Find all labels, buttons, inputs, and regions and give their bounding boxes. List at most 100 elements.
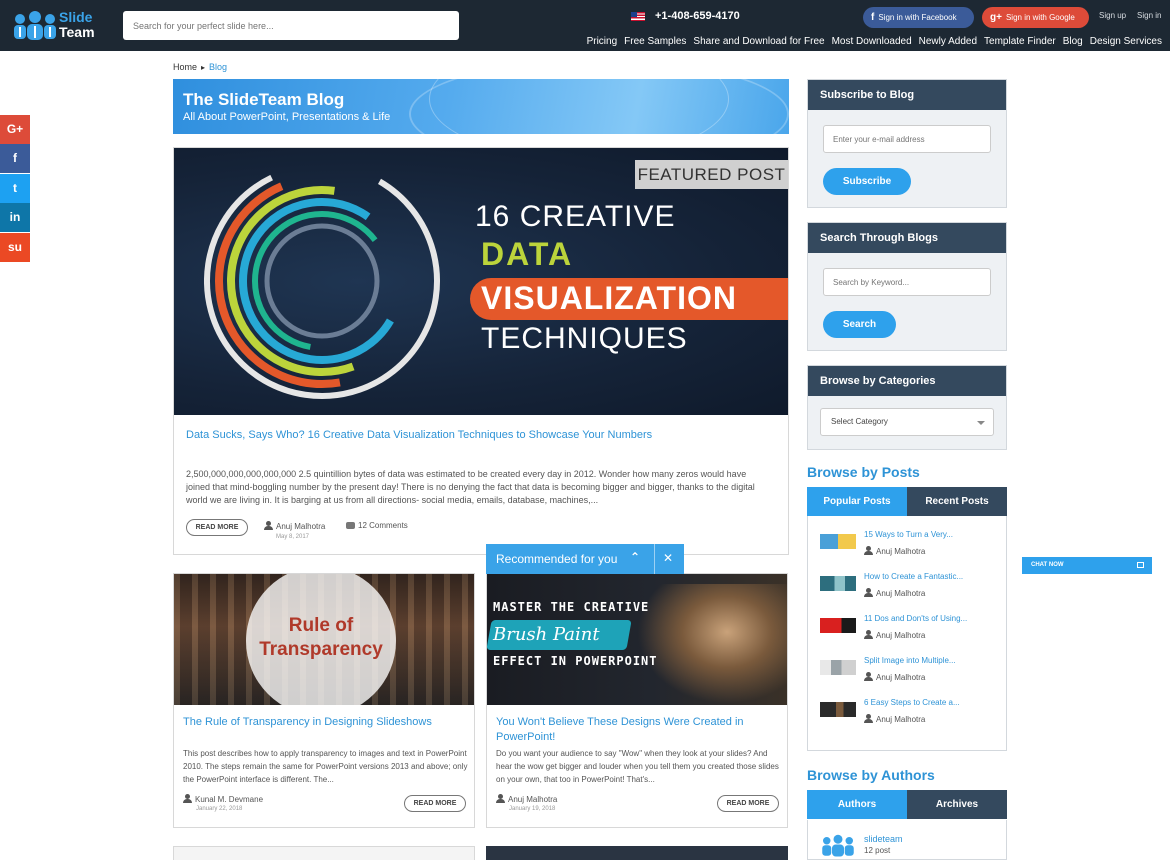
user-icon <box>496 794 505 803</box>
nav-most-downloaded[interactable]: Most Downloaded <box>832 36 912 47</box>
logo-text-team: Team <box>59 24 95 40</box>
google-signin-button[interactable]: g+ Sign in with Google <box>982 7 1089 28</box>
popular-post-author: Anuj Malhotra <box>864 630 925 640</box>
tab-archives[interactable]: Archives <box>907 790 1007 819</box>
slideteam-logo[interactable]: Slide Team <box>12 8 102 44</box>
popular-post-author-name: Anuj Malhotra <box>876 589 926 598</box>
category-select-value: Select Category <box>831 417 888 426</box>
featured-post-image[interactable]: FEATURED POST 16 CREATIVE DATA VISUALIZA… <box>174 148 788 415</box>
featured-post-title[interactable]: Data Sucks, Says Who? 16 Creative Data V… <box>186 429 652 441</box>
facebook-signin-button[interactable]: f Sign in with Facebook <box>863 7 974 28</box>
recommended-popup[interactable]: Recommended for you ⌃ ✕ <box>486 544 684 574</box>
breadcrumb-home[interactable]: Home <box>173 62 197 72</box>
featured-post-author[interactable]: Anuj Malhotra <box>264 521 325 531</box>
google-plus-icon: g+ <box>990 12 1002 23</box>
post-title[interactable]: The Rule of Transparency in Designing Sl… <box>183 715 468 730</box>
post-card-partial <box>486 846 788 860</box>
list-item[interactable]: 6 Easy Steps to Create a... Anuj Malhotr… <box>820 698 1000 734</box>
post-date: January 22, 2018 <box>196 806 243 812</box>
user-icon <box>864 630 873 639</box>
post-author-name: Anuj Malhotra <box>508 795 558 804</box>
post-image[interactable]: MASTER THE CREATIVE Brush Paint EFFECT I… <box>487 574 787 705</box>
tab-authors[interactable]: Authors <box>807 790 907 819</box>
nav-share-download[interactable]: Share and Download for Free <box>693 36 824 47</box>
user-icon <box>183 794 192 803</box>
comment-icon <box>346 522 355 529</box>
linkedin-share-icon: in <box>9 210 21 224</box>
tab-recent-posts[interactable]: Recent Posts <box>907 487 1007 516</box>
popular-post-title: Split Image into Multiple... <box>864 656 956 665</box>
authors-list: slideteam 12 post <box>807 820 1007 860</box>
linkedin-share-button[interactable]: in <box>0 203 30 232</box>
subscribe-button[interactable]: Subscribe <box>823 168 911 195</box>
twitter-share-button[interactable]: t <box>0 174 30 203</box>
user-icon <box>864 714 873 723</box>
banner-wave-decoration <box>429 79 729 134</box>
read-more-button[interactable]: READ MORE <box>404 795 466 812</box>
list-item[interactable]: slideteam 12 post <box>820 834 1000 860</box>
featured-image-line1: 16 CREATIVE <box>475 200 676 233</box>
post-thumbnail <box>820 534 856 549</box>
list-item[interactable]: 15 Ways to Turn a Very... Anuj Malhotra <box>820 530 1000 566</box>
browse-posts-title: Browse by Posts <box>807 464 920 480</box>
close-icon[interactable]: ✕ <box>663 551 673 565</box>
list-item[interactable]: How to Create a Fantastic... Anuj Malhot… <box>820 572 1000 608</box>
nav-design-services[interactable]: Design Services <box>1090 36 1162 47</box>
author-post-count: 12 post <box>864 846 891 855</box>
featured-author-name: Anuj Malhotra <box>276 522 326 531</box>
google-plus-share-button[interactable]: G+ <box>0 115 30 144</box>
google-plus-share-icon: G+ <box>6 122 24 136</box>
subscribe-email-input[interactable] <box>823 125 991 153</box>
featured-image-line2: DATA <box>481 236 574 272</box>
featured-image-line4: TECHNIQUES <box>481 322 688 355</box>
popular-post-author: Anuj Malhotra <box>864 714 925 724</box>
popular-post-author-name: Anuj Malhotra <box>876 715 926 724</box>
minimize-icon[interactable] <box>1137 562 1144 568</box>
facebook-share-icon: f <box>13 151 17 165</box>
featured-read-more-button[interactable]: READ MORE <box>186 519 248 536</box>
post-author[interactable]: Kunal M. Devmane <box>183 794 263 804</box>
post-title[interactable]: You Won't Believe These Designs Were Cre… <box>496 715 781 745</box>
popular-post-author: Anuj Malhotra <box>864 546 925 556</box>
signup-link[interactable]: Sign up <box>1099 11 1126 20</box>
double-chevron-up-icon[interactable]: ⌃ <box>630 550 640 564</box>
facebook-share-button[interactable]: f <box>0 144 30 173</box>
browse-authors-title: Browse by Authors <box>807 767 935 783</box>
facebook-icon: f <box>871 12 875 23</box>
nav-newly-added[interactable]: Newly Added <box>919 36 977 47</box>
site-search-input[interactable] <box>123 11 459 40</box>
chat-now-widget[interactable]: CHAT NOW <box>1022 557 1152 574</box>
post-image[interactable]: Rule of Transparency <box>174 574 474 705</box>
post-author[interactable]: Anuj Malhotra <box>496 794 557 804</box>
brush-stroke-decoration <box>637 584 787 704</box>
nav-blog[interactable]: Blog <box>1063 36 1083 47</box>
popular-posts-list: 15 Ways to Turn a Very... Anuj Malhotra … <box>807 516 1007 751</box>
popular-post-title: How to Create a Fantastic... <box>864 572 964 581</box>
subscribe-widget: Subscribe to Blog Subscribe <box>807 79 1007 208</box>
category-select[interactable]: Select Category <box>820 408 994 436</box>
read-more-button[interactable]: READ MORE <box>717 795 779 812</box>
nav-template-finder[interactable]: Template Finder <box>984 36 1056 47</box>
post-image-text: Rule of Transparency <box>259 615 383 660</box>
signin-link[interactable]: Sign in <box>1137 11 1161 20</box>
nav-pricing[interactable]: Pricing <box>587 36 618 47</box>
author-name: slideteam <box>864 834 903 844</box>
concentric-rings-graphic <box>204 163 440 399</box>
post-card: Rule of Transparency The Rule of Transpa… <box>173 573 475 828</box>
blog-search-input[interactable] <box>823 268 991 296</box>
top-header: Slide Team +1-408-659-4170 fSign in with… <box>0 0 1170 51</box>
featured-post-comments[interactable]: 12 Comments <box>346 521 408 530</box>
post-thumbnail <box>820 702 856 717</box>
list-item[interactable]: Split Image into Multiple... Anuj Malhot… <box>820 656 1000 692</box>
list-item[interactable]: 11 Dos and Don'ts of Using... Anuj Malho… <box>820 614 1000 650</box>
authors-tabs: Authors Archives <box>807 790 1007 819</box>
team-people-icon <box>822 834 854 857</box>
stumbleupon-share-button[interactable]: su <box>0 233 30 262</box>
post-card-partial <box>173 846 475 860</box>
blog-search-button[interactable]: Search <box>823 311 896 338</box>
phone-contact[interactable]: +1-408-659-4170 <box>631 9 740 23</box>
tab-popular-posts[interactable]: Popular Posts <box>807 487 907 516</box>
stumbleupon-share-icon: su <box>7 240 22 254</box>
breadcrumb-blog[interactable]: Blog <box>209 62 227 72</box>
nav-free-samples[interactable]: Free Samples <box>624 36 686 47</box>
